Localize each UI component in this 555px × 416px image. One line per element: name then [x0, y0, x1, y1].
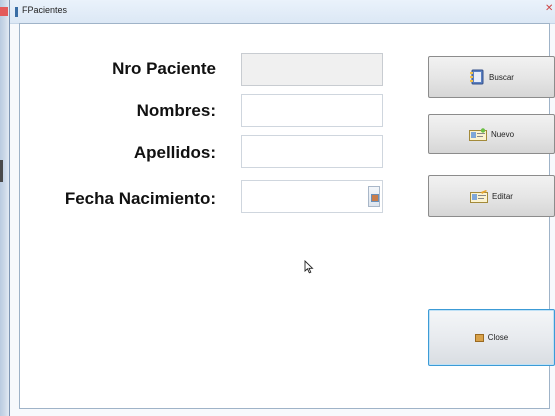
- nombres-label: Nombres:: [136, 101, 216, 120]
- form-body: Nro Paciente Nombres: Apellidos: Fecha N…: [19, 23, 555, 409]
- address-book-icon: [469, 69, 485, 85]
- title-bar[interactable]: FPacientes ✕: [10, 0, 555, 24]
- close-label: Close: [487, 333, 509, 342]
- window-title: FPacientes: [22, 5, 68, 15]
- fpacientes-window: FPacientes ✕ Nro Paciente Nombres: Apell…: [9, 0, 555, 416]
- app-icon: [15, 7, 18, 17]
- buscar-label: Buscar: [489, 72, 514, 82]
- calendar-icon[interactable]: [368, 186, 380, 207]
- fecha-nacimiento-label: Fecha Nacimiento:: [64, 189, 216, 208]
- id-card-new-icon: [468, 127, 487, 141]
- buscar-button[interactable]: Buscar: [428, 56, 555, 98]
- nuevo-label: Nuevo: [490, 129, 515, 139]
- id-card-edit-icon: [470, 189, 489, 203]
- editar-button[interactable]: Editar: [428, 175, 555, 217]
- mouse-pointer-icon: [304, 260, 314, 274]
- close-button[interactable]: Close: [428, 309, 555, 366]
- close-box-icon: [474, 333, 484, 342]
- editar-label: Editar: [492, 191, 513, 201]
- window-close-icon[interactable]: ✕: [545, 4, 553, 14]
- background-window-divider: [0, 160, 3, 182]
- nro-paciente-label: Nro Paciente: [112, 59, 216, 78]
- nuevo-button[interactable]: Nuevo: [428, 114, 555, 154]
- background-window-close-icon: [0, 7, 8, 16]
- nro-paciente-field[interactable]: [241, 53, 383, 86]
- apellidos-field[interactable]: [241, 135, 383, 168]
- apellidos-label: Apellidos:: [133, 143, 216, 162]
- fecha-nacimiento-field[interactable]: [241, 180, 383, 213]
- nombres-field[interactable]: [241, 94, 383, 127]
